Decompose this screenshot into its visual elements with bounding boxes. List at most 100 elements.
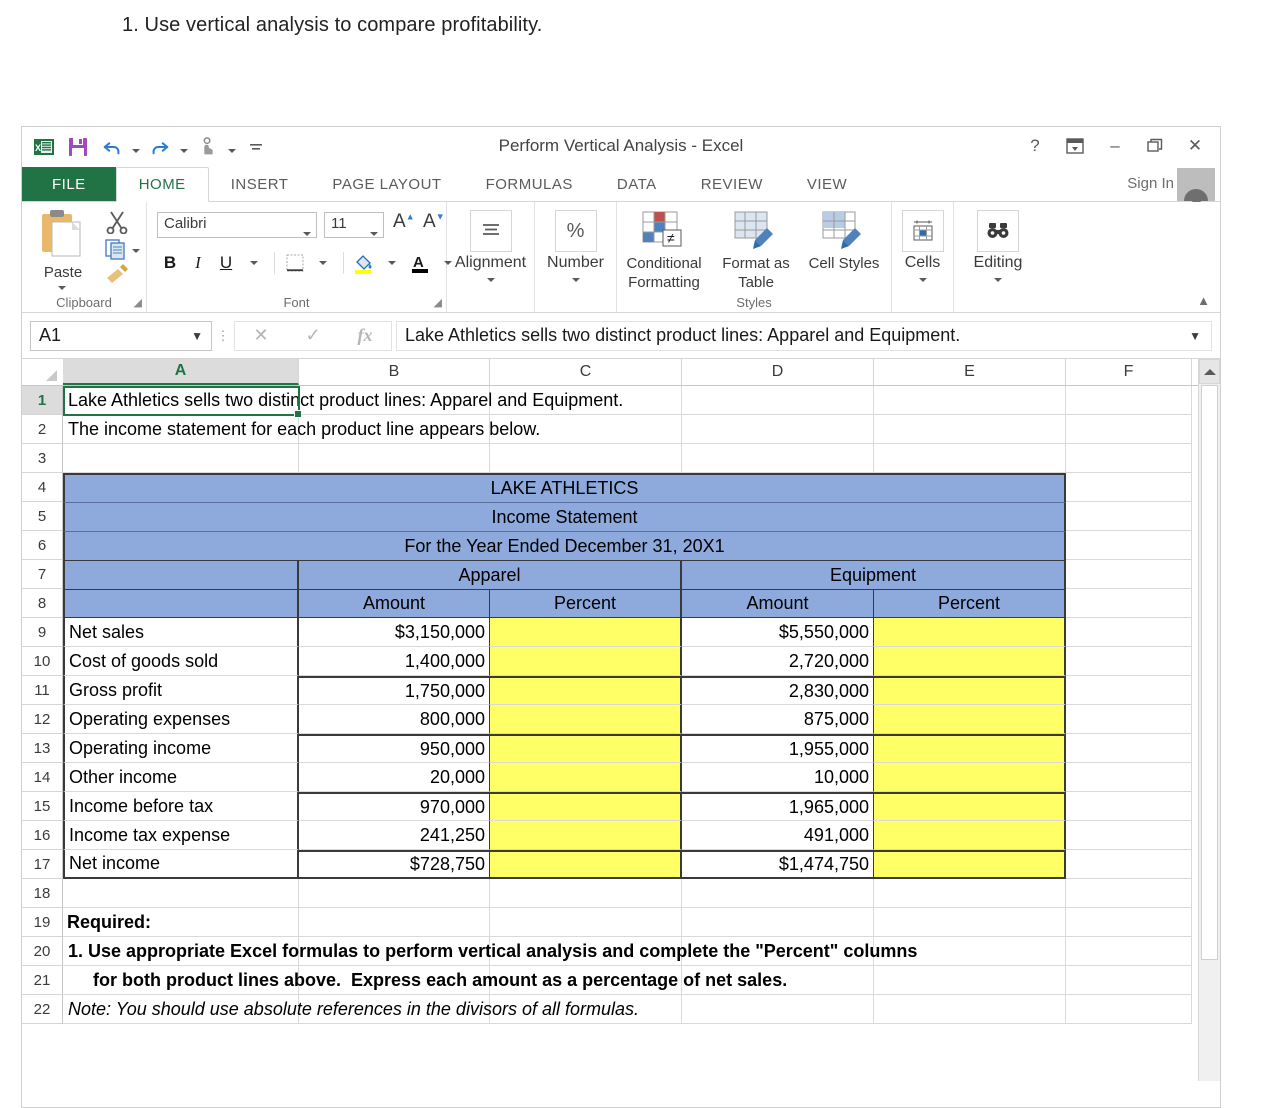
cell-c22[interactable] [490,995,682,1024]
editing-dropdown-arrow[interactable] [954,278,1042,282]
cell-e16[interactable] [874,821,1066,850]
clipboard-dialog-launcher[interactable]: ◢ [134,296,142,309]
enter-formula-icon[interactable]: ✓ [306,325,321,346]
cell-d12[interactable]: 875,000 [682,705,874,734]
cell-a7[interactable] [63,560,299,589]
row-header-6[interactable]: 6 [22,531,63,560]
close-button[interactable]: ✕ [1176,131,1214,161]
underline-dropdown-arrow[interactable] [241,250,267,276]
cell-b16[interactable]: 241,250 [299,821,490,850]
restore-button[interactable] [1136,131,1174,161]
tab-insert[interactable]: INSERT [209,167,311,201]
font-size-input[interactable]: 11 [324,212,384,238]
fill-color-icon[interactable] [351,250,377,276]
row-header-1[interactable]: 1 [22,386,63,415]
cell-e3[interactable] [874,444,1066,473]
help-button[interactable]: ? [1016,131,1054,161]
cell-f14[interactable] [1066,763,1192,792]
cell-d20[interactable] [682,937,874,966]
cell-f1[interactable] [1066,386,1192,415]
tab-formulas[interactable]: FORMULAS [464,167,595,201]
font-name-input[interactable]: Calibri [157,212,317,238]
scrollbar-thumb[interactable] [1201,385,1218,960]
cell-a17[interactable]: Net income [63,850,299,879]
avatar[interactable] [1177,168,1215,203]
row-header-20[interactable]: 20 [22,937,63,966]
font-dialog-launcher[interactable]: ◢ [434,296,442,309]
cell-c14[interactable] [490,763,682,792]
row-header-8[interactable]: 8 [22,589,63,618]
row-header-3[interactable]: 3 [22,444,63,473]
cell-a18[interactable] [63,879,299,908]
row-header-5[interactable]: 5 [22,502,63,531]
formula-bar-grip[interactable]: ⋮ [212,328,234,344]
column-header-b[interactable]: B [299,359,490,385]
cell-d9[interactable]: $5,550,000 [682,618,874,647]
row-header-2[interactable]: 2 [22,415,63,444]
vertical-scrollbar[interactable] [1198,359,1220,1081]
cell-f15[interactable] [1066,792,1192,821]
copy-dropdown-arrow[interactable] [132,240,140,258]
cell-f9[interactable] [1066,618,1192,647]
cell-d15[interactable]: 1,965,000 [682,792,874,821]
cell-c13[interactable] [490,734,682,763]
cell-c19[interactable] [490,908,682,937]
cell-a16[interactable]: Income tax expense [63,821,299,850]
cell-styles-button[interactable]: Cell Styles [801,208,887,273]
cell-f7[interactable] [1066,560,1192,589]
cell-e19[interactable] [874,908,1066,937]
tab-review[interactable]: REVIEW [679,167,785,201]
cell-b18[interactable] [299,879,490,908]
insert-function-icon[interactable]: fx [358,325,373,346]
cell-title-income-statement[interactable]: Income Statement [63,502,1066,531]
ribbon-display-options-icon[interactable] [1056,131,1094,161]
paste-dropdown-arrow[interactable] [58,286,66,290]
editing-icon[interactable] [977,210,1019,252]
scroll-up-arrow[interactable] [1199,359,1220,384]
cell-c12[interactable] [490,705,682,734]
row-header-12[interactable]: 12 [22,705,63,734]
cell-e18[interactable] [874,879,1066,908]
name-box-dropdown-arrow[interactable]: ▼ [191,329,211,343]
cell-e17[interactable] [874,850,1066,879]
cell-f19[interactable] [1066,908,1192,937]
font-name-dropdown-arrow[interactable] [303,223,311,240]
cell-f12[interactable] [1066,705,1192,734]
cell-f6[interactable] [1066,531,1192,560]
minimize-button[interactable]: – [1096,131,1134,161]
cell-b21[interactable] [299,966,490,995]
cell-a2[interactable] [63,415,299,444]
cell-f22[interactable] [1066,995,1192,1024]
cell-e14[interactable] [874,763,1066,792]
copy-icon[interactable] [104,238,140,260]
cell-e13[interactable] [874,734,1066,763]
cell-a3[interactable] [63,444,299,473]
cell-d18[interactable] [682,879,874,908]
cell-d2[interactable] [682,415,874,444]
cells-dropdown-arrow[interactable] [892,278,953,282]
formula-input[interactable]: Lake Athletics sells two distinct produc… [396,320,1212,351]
cell-f13[interactable] [1066,734,1192,763]
cell-a22[interactable] [63,995,299,1024]
row-header-7[interactable]: 7 [22,560,63,589]
cell-b12[interactable]: 800,000 [299,705,490,734]
column-header-d[interactable]: D [682,359,874,385]
borders-dropdown-arrow[interactable] [310,250,336,276]
cell-d19[interactable] [682,908,874,937]
row-header-13[interactable]: 13 [22,734,63,763]
cell-d21[interactable] [682,966,874,995]
cells-icon[interactable] [901,210,944,252]
borders-icon[interactable] [282,250,308,276]
cell-a1[interactable] [63,386,299,415]
row-header-4[interactable]: 4 [22,473,63,502]
cell-b3[interactable] [299,444,490,473]
cell-a11[interactable]: Gross profit [63,676,299,705]
cell-subheader-apparel-amount[interactable]: Amount [299,589,490,618]
tab-home[interactable]: HOME [115,167,209,202]
column-header-f[interactable]: F [1066,359,1192,385]
cell-e22[interactable] [874,995,1066,1024]
cell-e9[interactable] [874,618,1066,647]
cell-subheader-apparel-percent[interactable]: Percent [490,589,682,618]
tab-file[interactable]: FILE [22,167,116,201]
cell-f18[interactable] [1066,879,1192,908]
